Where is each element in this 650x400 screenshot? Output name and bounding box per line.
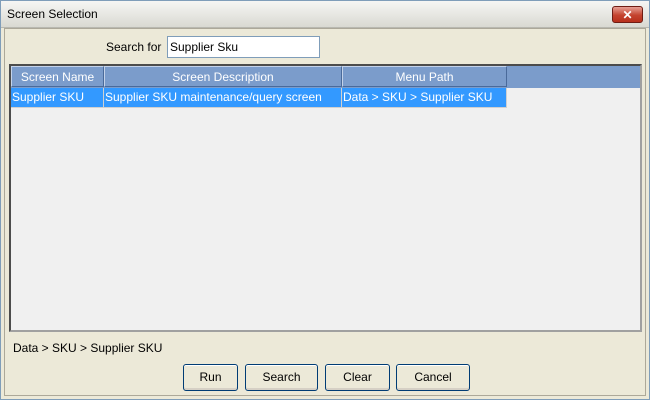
title-bar: Screen Selection ✕ — [1, 1, 649, 28]
search-label: Search for — [106, 40, 162, 54]
column-header-menu-path[interactable]: Menu Path — [342, 66, 507, 87]
run-button[interactable]: Run — [183, 364, 238, 391]
search-button[interactable]: Search — [245, 364, 318, 391]
grid-header: Screen Name Screen Description Menu Path — [11, 66, 640, 88]
search-input[interactable] — [167, 36, 320, 58]
window-title: Screen Selection — [7, 7, 98, 21]
cell-menu-path: Data > SKU > Supplier SKU — [342, 88, 507, 108]
dialog-body: Search for Screen Name Screen Descriptio… — [4, 28, 646, 396]
column-header-screen-name[interactable]: Screen Name — [11, 66, 104, 87]
column-header-screen-description[interactable]: Screen Description — [104, 66, 342, 87]
selected-path-status: Data > SKU > Supplier SKU — [13, 341, 163, 355]
screen-selection-dialog: Screen Selection ✕ Search for Screen Nam… — [0, 0, 650, 400]
screen-results-grid: Screen Name Screen Description Menu Path… — [9, 64, 642, 332]
cancel-button[interactable]: Cancel — [396, 364, 470, 391]
close-icon[interactable]: ✕ — [612, 6, 643, 23]
cell-screen-name: Supplier SKU — [11, 88, 104, 108]
cell-screen-description: Supplier SKU maintenance/query screen — [104, 88, 342, 108]
clear-button[interactable]: Clear — [325, 364, 390, 391]
